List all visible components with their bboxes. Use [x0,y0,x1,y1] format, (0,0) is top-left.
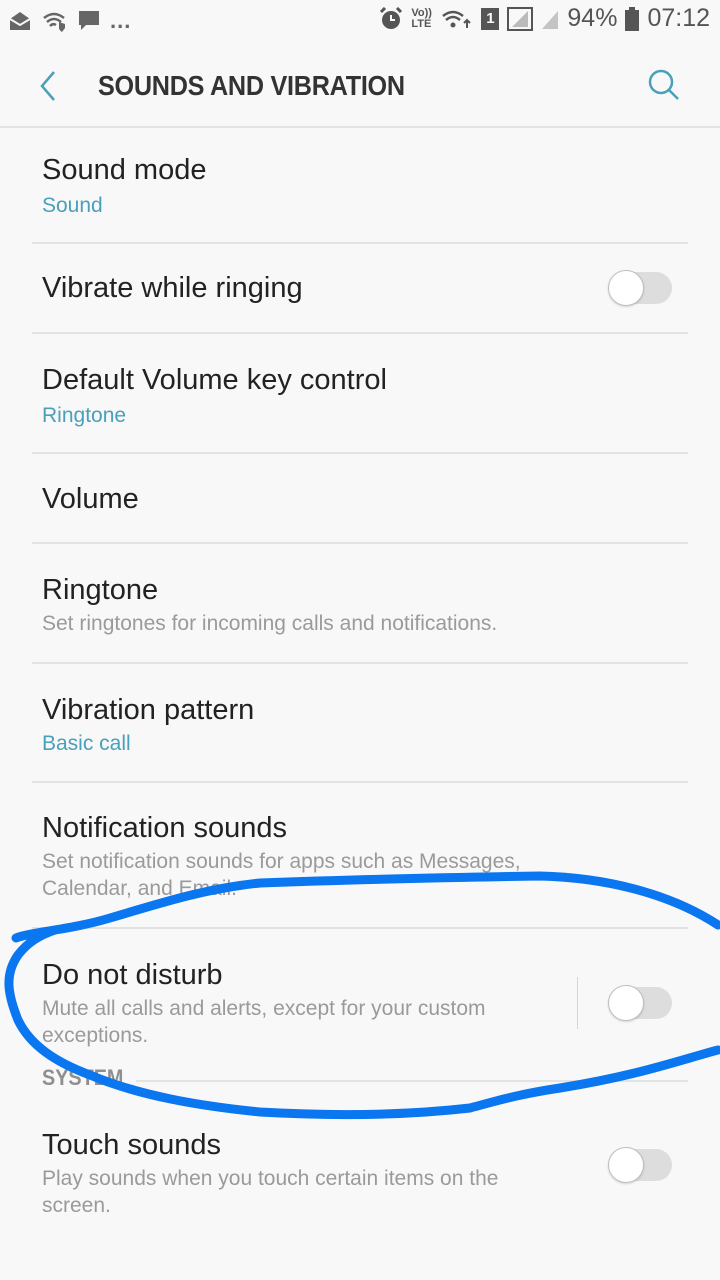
app-bar: SOUNDS AND VIBRATION [0,44,720,128]
touch-sounds-toggle[interactable] [608,1147,672,1183]
setting-sound-mode[interactable]: Sound mode Sound [32,126,688,244]
search-button[interactable] [644,66,684,106]
setting-title: Touch sounds [42,1129,221,1161]
setting-vibration-pattern[interactable]: Vibration pattern Basic call [32,664,688,783]
setting-title: Ringtone [42,574,159,606]
setting-description: Play sounds when you touch certain items… [42,1167,499,1217]
chevron-left-icon [40,71,55,101]
setting-vibrate-while-ringing[interactable]: Vibrate while ringing [32,244,688,334]
setting-description: Mute all calls and alerts, except for yo… [42,997,486,1047]
toggle-knob [608,270,644,306]
setting-do-not-disturb[interactable]: Do not disturb Mute all calls and alerts… [32,929,688,1059]
do-not-disturb-toggle[interactable] [608,985,672,1021]
setting-title: Notification sounds [42,812,288,844]
back-button[interactable] [32,66,62,106]
battery-icon [625,6,640,31]
wifi-secure-icon [43,12,65,32]
signal-icon [507,6,534,31]
setting-notification-sounds[interactable]: Notification sounds Set notification sou… [32,783,688,929]
clock: 07:12 [647,4,710,32]
setting-title: Do not disturb [42,959,223,991]
setting-title: Default Volume key control [42,364,387,396]
page-title: SOUNDS AND VIBRATION [98,70,405,101]
setting-description: Set ringtones for incoming calls and not… [42,612,498,635]
search-icon [648,69,679,100]
email-icon [9,12,31,30]
wifi-data-icon [442,10,472,28]
more-notifications-icon: ... [110,8,132,33]
setting-title: Volume [42,483,139,515]
battery-percent: 94% [567,4,618,32]
vibrate-while-ringing-toggle[interactable] [608,270,672,306]
alarm-icon [380,6,403,29]
setting-value: Ringtone [42,404,127,427]
volte-icon: Vo)) LTE [411,6,432,30]
setting-title: Vibration pattern [42,694,255,726]
setting-ringtone[interactable]: Ringtone Set ringtones for incoming call… [32,544,688,664]
settings-list: Sound mode Sound Vibrate while ringing D… [0,126,720,1249]
setting-default-volume-key-control[interactable]: Default Volume key control Ringtone [32,334,688,454]
setting-title: Sound mode [42,154,207,186]
setting-value: Basic call [42,732,131,755]
toggle-knob [608,985,644,1021]
setting-value: Sound [42,194,103,217]
setting-touch-sounds[interactable]: Touch sounds Play sounds when you touch … [32,1109,688,1249]
status-bar: ... Vo)) LTE 1 94% 07:12 [0,0,720,44]
section-divider [136,1080,688,1082]
sim-1-icon: 1 [481,7,500,30]
message-icon [79,11,99,30]
setting-title: Vibrate while ringing [42,272,303,304]
toggle-knob [608,1147,644,1183]
signal-2-icon [542,10,559,29]
setting-description: Set notification sounds for apps such as… [42,850,521,900]
section-label: SYSTEM [42,1065,124,1090]
section-header-system: SYSTEM [32,1059,688,1109]
divider [577,977,578,1029]
setting-volume[interactable]: Volume [32,454,688,544]
